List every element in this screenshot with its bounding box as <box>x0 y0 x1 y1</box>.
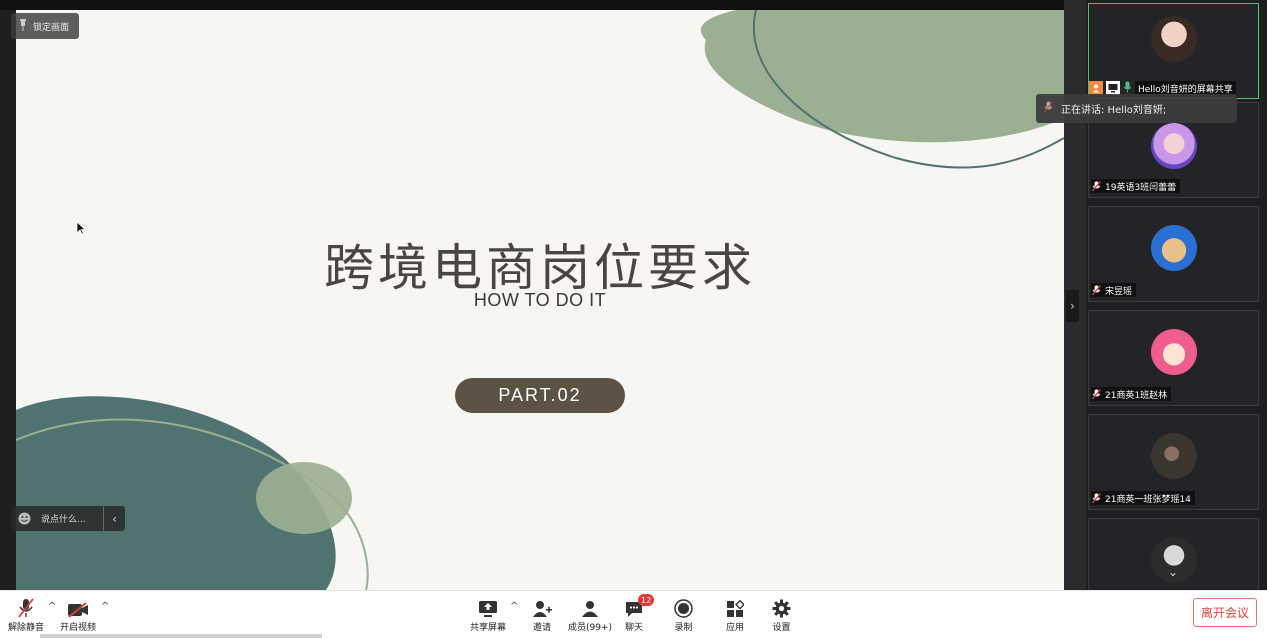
participant-name: 宋昱瑶 <box>1105 286 1133 297</box>
start-video-label: 开启视频 <box>60 623 97 633</box>
scroll-down-chevron-icon[interactable]: ⌄ <box>1168 565 1178 579</box>
invite-button[interactable]: 邀请 <box>532 596 552 633</box>
audio-options-caret-icon[interactable]: ^ <box>48 601 56 612</box>
part-label: PART.02 <box>455 378 625 413</box>
cartoon-face-avatar <box>1151 225 1197 271</box>
mic-muted-icon <box>1091 492 1102 504</box>
participant-name: 21商英一班张梦瑶14 <box>1105 494 1191 505</box>
lock-screen-label: 锁定画面 <box>33 22 70 33</box>
share-options-caret-icon[interactable]: ^ <box>510 601 518 612</box>
participant-tile[interactable]: 宋昱瑶 <box>1088 206 1259 302</box>
members-label: 成员(99+) <box>568 623 613 633</box>
participant-tile[interactable]: ⌄ <box>1088 518 1259 590</box>
pin-icon <box>19 18 27 34</box>
participant-label: 21商英1班赵林 <box>1091 387 1172 401</box>
panel-toggle-chevron-icon[interactable]: › <box>1066 290 1079 322</box>
participant-label: 宋昱瑶 <box>1091 283 1137 297</box>
meeting-toolbar: 解除静音 ^ 开启视频 ^ 共享屏幕 ^ 邀请 成员(99+) 12 聊天 录制… <box>0 590 1267 638</box>
gear-icon <box>772 596 791 618</box>
members-button[interactable]: 成员(99+) <box>568 596 612 633</box>
speaking-text: 正在讲话: Hello刘音妍; <box>1061 105 1167 116</box>
settings-button[interactable]: 设置 <box>772 596 791 633</box>
chat-label: 聊天 <box>625 623 644 633</box>
unmute-label: 解除静音 <box>8 623 45 633</box>
slide-subtitle: HOW TO DO IT <box>473 290 607 310</box>
participant-label: 21商英一班张梦瑶14 <box>1091 491 1195 505</box>
share-screen-label: 共享屏幕 <box>470 623 507 633</box>
settings-label: 设置 <box>772 623 791 633</box>
chat-icon: 12 <box>625 594 655 618</box>
chat-unread-badge: 12 <box>638 594 655 606</box>
record-button[interactable]: 录制 <box>674 596 693 633</box>
participant-tile[interactable]: 21商英一班张梦瑶14 <box>1088 414 1259 510</box>
leave-meeting-button[interactable]: 离开会议 <box>1193 598 1257 627</box>
start-video-button[interactable]: 开启视频 <box>60 596 96 633</box>
speaking-indicator: 正在讲话: Hello刘音妍; <box>1036 94 1237 123</box>
chat-button[interactable]: 12 聊天 <box>625 594 655 633</box>
dark-photo-avatar <box>1151 433 1197 479</box>
mic-muted-icon <box>1091 284 1102 296</box>
chat-quick-input[interactable]: 说点什么... ‹ <box>11 506 125 531</box>
video-off-icon <box>67 596 89 618</box>
say-placeholder: 说点什么... <box>41 515 86 525</box>
invite-label: 邀请 <box>532 623 551 633</box>
unmute-button[interactable]: 解除静音 <box>8 596 44 633</box>
participant-name: 21商英1班赵林 <box>1105 390 1168 401</box>
invite-user-icon <box>532 596 552 618</box>
mic-muted-icon <box>1091 180 1102 192</box>
girl-photo-avatar <box>1151 16 1197 62</box>
apps-grid-icon <box>726 596 744 618</box>
pink-hair-avatar <box>1151 123 1197 169</box>
pink-cartoon-avatar <box>1151 329 1197 375</box>
taskbar-strip <box>40 634 322 638</box>
mouse-cursor-icon <box>76 221 86 235</box>
apps-button[interactable]: 应用 <box>726 596 744 633</box>
meeting-window: 跨境电商岗位要求 HOW TO DO IT PART.02 锁定画面 说点什么.… <box>0 0 1267 638</box>
members-icon <box>580 596 600 618</box>
screen-share-icon <box>1106 81 1120 95</box>
mic-muted-icon <box>1091 388 1102 400</box>
share-screen-button[interactable]: 共享屏幕 <box>470 596 506 633</box>
collapse-chevron-icon[interactable]: ‹ <box>103 506 125 531</box>
host-icon <box>1089 81 1103 95</box>
mic-muted-icon <box>18 596 34 618</box>
record-label: 录制 <box>674 623 693 633</box>
mic-speaking-icon <box>1044 101 1053 116</box>
record-icon <box>674 596 693 618</box>
participant-name: 19英语3班闫蕾蕾 <box>1105 182 1177 193</box>
shared-screen-slide: 跨境电商岗位要求 HOW TO DO IT PART.02 <box>16 10 1064 590</box>
lock-screen-button[interactable]: 锁定画面 <box>11 13 80 39</box>
emoji-icon[interactable] <box>11 512 37 525</box>
participant-tile[interactable]: 21商英1班赵林 <box>1088 310 1259 406</box>
apps-label: 应用 <box>726 623 745 633</box>
top-strip <box>0 0 1085 10</box>
participant-tile[interactable]: Hello刘音妍的屏幕共享 <box>1088 3 1259 99</box>
share-screen-icon <box>478 596 498 618</box>
participant-label: 19英语3班闫蕾蕾 <box>1091 179 1181 193</box>
video-options-caret-icon[interactable]: ^ <box>101 601 109 612</box>
